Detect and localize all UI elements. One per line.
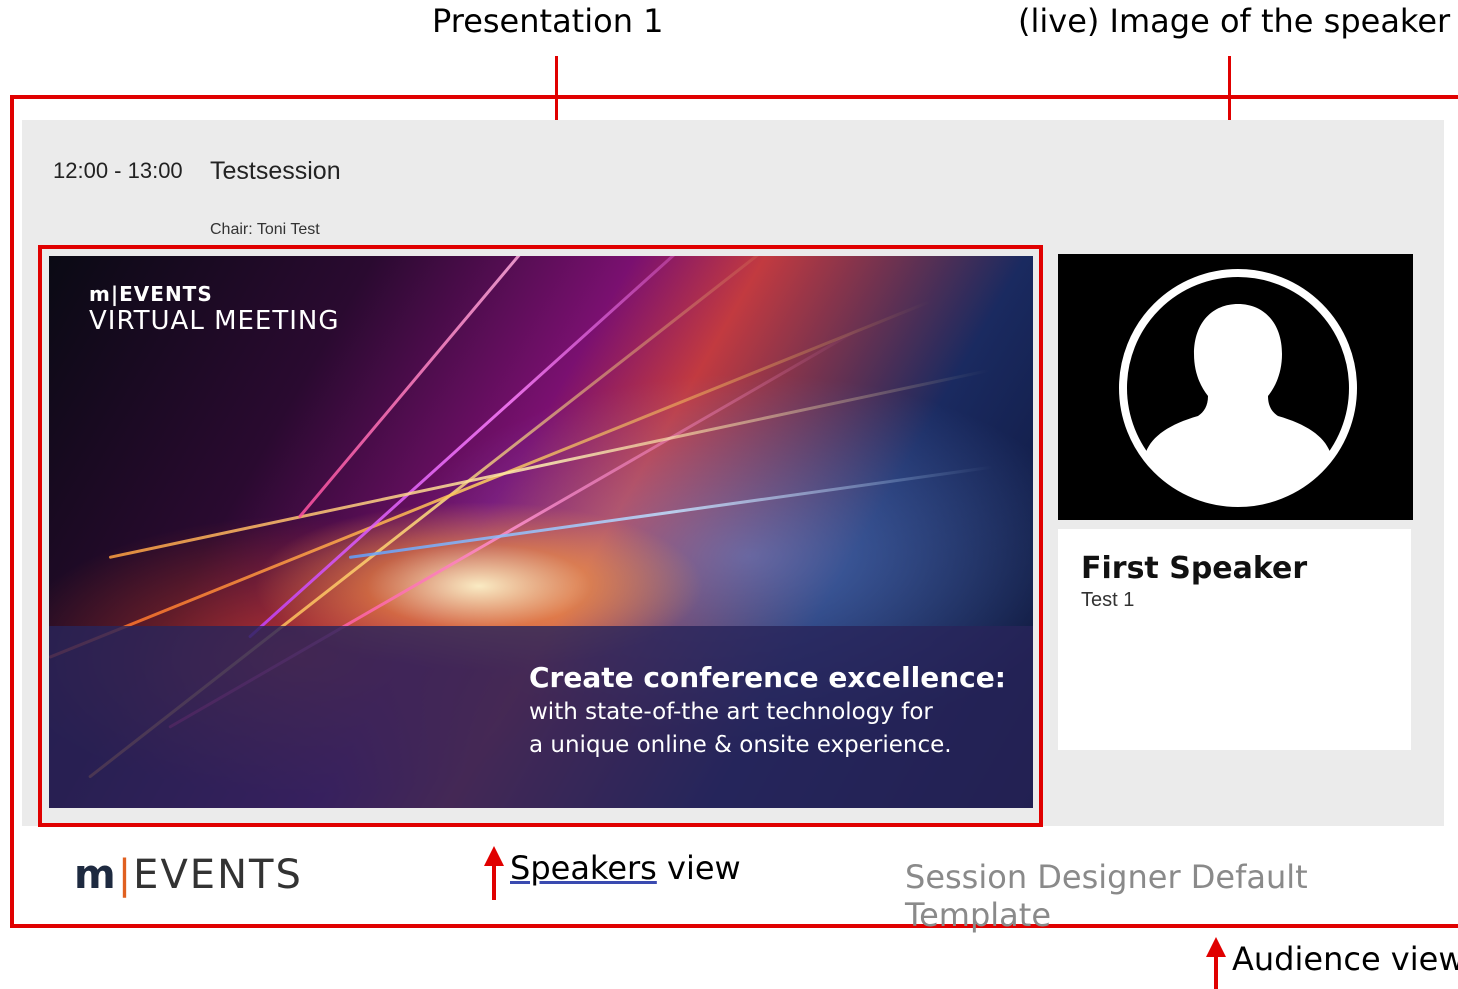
logo-text: EVENTS <box>133 852 303 898</box>
slide-headline: Create conference excellence: <box>529 661 1006 694</box>
logo-bar: | <box>117 852 134 898</box>
arrow-up-icon <box>484 846 504 900</box>
template-name: Session Designer Default Template <box>905 858 1308 934</box>
speaker-subtitle: Test 1 <box>1081 589 1135 611</box>
session-time: 12:00 - 13:00 <box>53 158 183 183</box>
arrow-up-icon <box>1206 937 1226 989</box>
speakers-view-word: Speakers <box>510 849 657 887</box>
slide-line-1: with state-of-the art technology for <box>529 699 933 725</box>
presentation-slide[interactable]: m|EVENTS VIRTUAL MEETING Create conferen… <box>49 256 1033 808</box>
light-streak <box>49 300 931 659</box>
speaker-name: First Speaker <box>1081 551 1308 586</box>
speaker-video[interactable] <box>1058 254 1413 520</box>
speakers-view-annotation: Speakers view <box>510 849 741 887</box>
slide-line-2: a unique online & onsite experience. <box>529 732 952 758</box>
presentation-annotation: Presentation 1 <box>432 2 664 40</box>
mevents-logo: m|EVENTS <box>74 852 303 898</box>
user-avatar-icon <box>1119 269 1357 507</box>
speaker-image-annotation: (live) Image of the speaker <box>1018 2 1451 40</box>
slide-title: VIRTUAL MEETING <box>89 306 340 336</box>
session-title: Testsession <box>210 157 341 185</box>
audience-view-annotation: Audience view <box>1232 940 1458 978</box>
light-streak <box>348 465 993 559</box>
session-chair: Chair: Toni Test <box>210 221 320 238</box>
light-streak <box>297 256 763 519</box>
slide-brand: m|EVENTS <box>89 282 213 306</box>
speakers-view-suffix: view <box>656 849 741 887</box>
logo-m: m <box>74 852 118 898</box>
